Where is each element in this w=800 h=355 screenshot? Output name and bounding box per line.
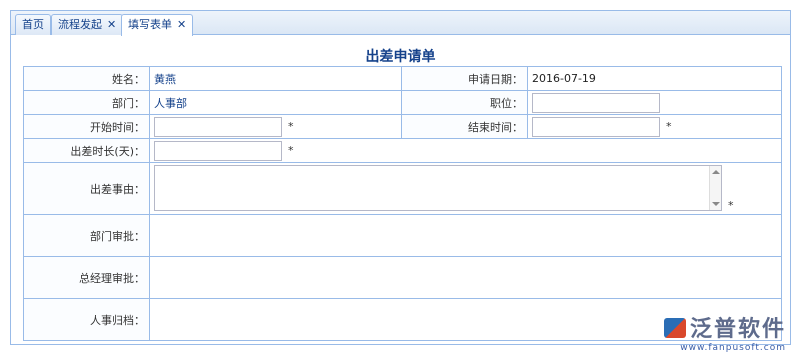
start-time-input[interactable]	[154, 116, 282, 137]
brand-logo: 泛普软件	[663, 311, 786, 343]
brand-url: www.fanpusoft.com	[680, 343, 786, 353]
tab-bar: 首页 流程发起 ✕ 填写表单 ✕	[11, 11, 790, 36]
form-row: 部门： 人事部 职位：	[23, 90, 782, 115]
duration-cell: *	[149, 138, 782, 163]
name-label: 姓名：	[23, 66, 150, 91]
scroll-down-icon[interactable]	[712, 202, 720, 206]
duration-label: 出差时长(天)：	[23, 138, 150, 163]
page-title: 出差申请单	[365, 49, 436, 65]
form-row: 出差事由： *	[23, 162, 782, 215]
position-label: 职位：	[401, 90, 528, 115]
apply-date-label: 申请日期：	[401, 66, 528, 91]
scroll-up-icon[interactable]	[712, 170, 720, 174]
start-time-cell: *	[149, 114, 402, 139]
tab-process-start-label: 流程发起	[58, 18, 102, 31]
required-mark: *	[728, 199, 734, 212]
reason-cell: *	[149, 162, 782, 215]
position-cell	[527, 90, 782, 115]
travel-form-table: 姓名： 黄燕 申请日期： 2016-07-19 部门： 人事部 职位： 开始时间…	[23, 66, 782, 341]
form-row: 部门审批：	[23, 214, 782, 257]
dept-value: 人事部	[149, 90, 402, 115]
form-row: 出差时长(天)： *	[23, 138, 782, 163]
end-time-input[interactable]	[532, 116, 660, 137]
logo-icon	[663, 318, 686, 338]
tab-fill-form[interactable]: 填写表单 ✕	[121, 14, 194, 36]
tab-process-start[interactable]: 流程发起 ✕	[51, 14, 124, 35]
hr-archive-label: 人事归档：	[23, 298, 150, 341]
form-row: 总经理审批：	[23, 256, 782, 299]
brand-name: 泛普软件	[689, 317, 786, 342]
gm-approval-cell	[149, 256, 782, 299]
textarea-scrollbar[interactable]	[709, 166, 721, 210]
brand-watermark: 泛普软件 www.fanpusoft.com	[663, 311, 786, 353]
form-row: 姓名： 黄燕 申请日期： 2016-07-19	[23, 66, 782, 91]
form-content: 出差申请单 姓名： 黄燕 申请日期： 2016-07-19 部门： 人事部 职位…	[11, 36, 790, 344]
start-time-label: 开始时间：	[23, 114, 150, 139]
form-window: 首页 流程发起 ✕ 填写表单 ✕ 出差申请单 姓名： 黄燕 申请日期： 2016-0…	[10, 10, 791, 345]
close-icon[interactable]: ✕	[107, 15, 116, 34]
dept-approval-label: 部门审批：	[23, 214, 150, 257]
end-time-label: 结束时间：	[401, 114, 528, 139]
dept-label: 部门：	[23, 90, 150, 115]
tab-home[interactable]: 首页	[15, 14, 51, 35]
reason-textarea[interactable]	[154, 165, 722, 211]
form-row: 开始时间： * 结束时间： *	[23, 114, 782, 139]
name-value: 黄燕	[149, 66, 402, 91]
position-input[interactable]	[532, 92, 660, 113]
end-time-cell: *	[527, 114, 782, 139]
reason-label: 出差事由：	[23, 162, 150, 215]
dept-approval-cell	[149, 214, 782, 257]
gm-approval-label: 总经理审批：	[23, 256, 150, 299]
required-mark: *	[288, 143, 294, 157]
tab-home-label: 首页	[22, 18, 44, 31]
duration-input[interactable]	[154, 140, 282, 161]
apply-date-value: 2016-07-19	[527, 66, 782, 91]
required-mark: *	[288, 119, 294, 133]
required-mark: *	[666, 119, 672, 133]
close-icon[interactable]: ✕	[177, 15, 186, 34]
tab-fill-form-label: 填写表单	[128, 18, 172, 31]
